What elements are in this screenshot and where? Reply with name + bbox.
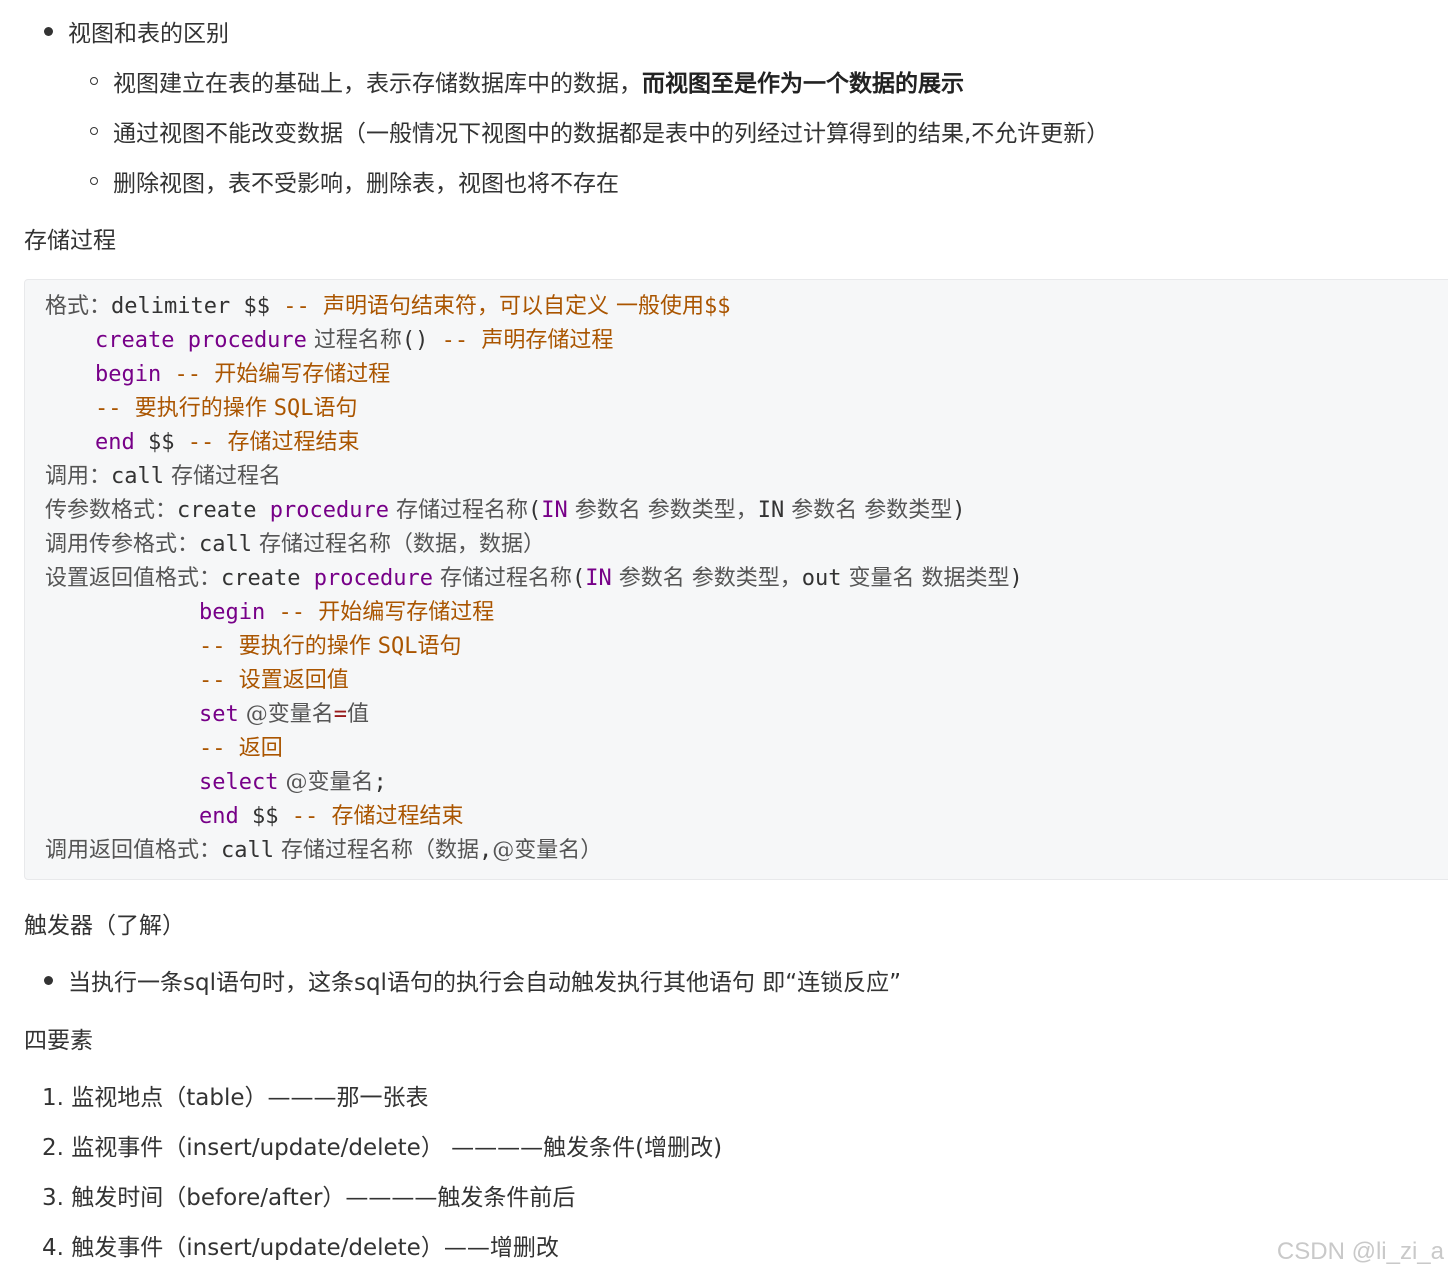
code-line: select @变量名;: [199, 770, 387, 795]
code-line: 设置返回值格式：create procedure 存储过程名称(IN 参数名 参…: [45, 566, 1023, 591]
bullet-text: 当执行一条sql语句时，这条sql语句的执行会自动触发执行其他语句 即“连锁反应…: [68, 970, 902, 996]
trigger-heading: 触发器（了解）: [24, 913, 185, 939]
code-line: end $$ -- 存储过程结束: [199, 804, 464, 829]
sub-bullet-text: 通过视图不能改变数据（一般情况下视图中的数据都是表中的列经过计算得到的结果,不允…: [113, 121, 1110, 147]
code-line: 格式：delimiter $$ -- 声明语句结束符，可以自定义 一般使用$$: [45, 294, 731, 319]
code-line: 调用传参格式：call 存储过程名称（数据，数据）: [45, 532, 545, 557]
code-line: 传参数格式：create procedure 存储过程名称(IN 参数名 参数类…: [45, 498, 966, 523]
procedure-heading: 存储过程: [24, 228, 116, 254]
circle-bullet-icon: [90, 127, 98, 135]
bullet-item: 当执行一条sql语句时，这条sql语句的执行会自动触发执行其他语句 即“连锁反应…: [44, 963, 901, 997]
ordered-list-item: 4. 触发事件（insert/update/delete）——增删改: [42, 1235, 559, 1261]
bullet-dot-icon: [44, 26, 53, 36]
sub-bullet-bold-text: 而视图至是作为一个数据的展示: [642, 71, 964, 97]
sub-bullet-item: 删除视图，表不受影响，删除表，视图也将不存在: [90, 164, 619, 198]
code-line: 调用返回值格式：call 存储过程名称（数据,@变量名）: [45, 838, 603, 863]
code-line: -- 返回: [199, 736, 283, 761]
code-line: begin -- 开始编写存储过程: [199, 600, 495, 625]
ordered-list-item: 2. 监视事件（insert/update/delete） ————触发条件(增…: [42, 1135, 723, 1161]
csdn-watermark: CSDN @li_zi_a: [1276, 1238, 1444, 1265]
bullet-dot-icon: [44, 975, 53, 985]
code-line: set @变量名=值: [199, 702, 370, 727]
ordered-list-item: 3. 触发时间（before/after）————触发条件前后: [42, 1185, 576, 1211]
bullet-text: 视图和表的区别: [68, 21, 229, 47]
code-line: begin -- 开始编写存储过程: [95, 362, 391, 387]
code-line: -- 要执行的操作 SQL语句: [95, 396, 358, 421]
code-line: -- 要执行的操作 SQL语句: [199, 634, 462, 659]
sub-bullet-text: 视图建立在表的基础上，表示存储数据库中的数据，: [113, 71, 642, 97]
document-page: 视图和表的区别 视图建立在表的基础上，表示存储数据库中的数据， 而视图至是作为一个…: [0, 0, 1448, 1281]
elements-heading: 四要素: [24, 1028, 93, 1054]
code-line: create procedure 过程名称() -- 声明存储过程: [95, 328, 614, 353]
bullet-item: 视图和表的区别: [44, 14, 229, 48]
code-block[interactable]: 格式：delimiter $$ -- 声明语句结束符，可以自定义 一般使用$$ …: [24, 279, 1448, 880]
circle-bullet-icon: [90, 77, 98, 85]
ordered-list-item: 1. 监视地点（table）———那一张表: [42, 1085, 429, 1111]
sub-bullet-item: 通过视图不能改变数据（一般情况下视图中的数据都是表中的列经过计算得到的结果,不允…: [90, 114, 1109, 148]
code-line: 调用：call 存储过程名: [45, 464, 281, 489]
sub-bullet-item: 视图建立在表的基础上，表示存储数据库中的数据， 而视图至是作为一个数据的展示: [90, 64, 964, 98]
code-line: -- 设置返回值: [199, 668, 349, 693]
code-line: end $$ -- 存储过程结束: [95, 430, 360, 455]
circle-bullet-icon: [90, 177, 98, 185]
sub-bullet-text: 删除视图，表不受影响，删除表，视图也将不存在: [113, 171, 619, 197]
